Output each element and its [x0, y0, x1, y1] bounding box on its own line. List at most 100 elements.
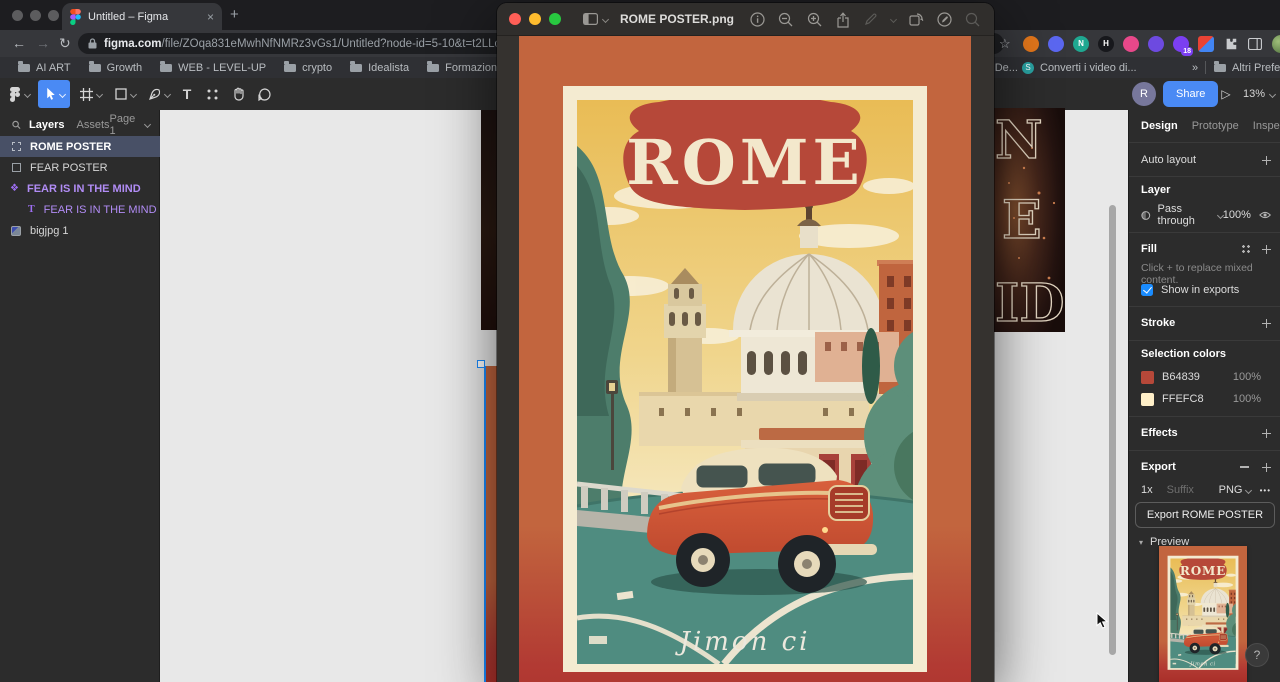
add-stroke-icon[interactable] [1262, 319, 1271, 328]
layer-opacity-value[interactable]: 100% [1223, 209, 1251, 221]
styles-icon[interactable] [1242, 245, 1250, 253]
extension-icon-2[interactable] [1048, 36, 1064, 52]
browser-tab[interactable]: Untitled – Figma × [62, 3, 222, 30]
shape-tool[interactable] [110, 78, 140, 110]
layer-row-rome-poster[interactable]: ROME POSTER [0, 136, 160, 157]
metamask-extension-icon[interactable] [1023, 36, 1039, 52]
profile-avatar[interactable] [1272, 35, 1280, 53]
add-auto-layout-icon[interactable] [1262, 156, 1271, 165]
show-in-exports-checkbox[interactable] [1141, 284, 1153, 296]
bookmark-web-level-up[interactable]: WEB - LEVEL-UP [160, 62, 266, 74]
tab-prototype[interactable]: Prototype [1192, 120, 1239, 132]
window-controls[interactable] [12, 10, 66, 24]
color-swatch-red[interactable] [1141, 371, 1154, 384]
move-tool[interactable] [38, 80, 70, 108]
fear-poster-partial[interactable]: N E ID [994, 108, 1065, 332]
blend-mode-icon[interactable] [1141, 210, 1151, 221]
extensions-puzzle-icon[interactable] [1224, 37, 1238, 51]
window-minimize-icon[interactable] [30, 10, 41, 21]
tab-design[interactable]: Design [1141, 120, 1178, 132]
minimize-traffic-light[interactable] [529, 13, 541, 25]
zoom-out-icon[interactable] [778, 12, 794, 27]
bookmark-ai-art[interactable]: AI ART [18, 62, 71, 74]
main-menu-button[interactable] [6, 78, 34, 110]
hand-tool[interactable] [226, 78, 250, 110]
bookmark-idealista[interactable]: Idealista [350, 62, 409, 74]
bookmarks-overflow-icon[interactable]: » [1192, 62, 1198, 74]
bookmark-formazione[interactable]: Formazione [427, 62, 503, 74]
color-swatch-cream[interactable] [1141, 393, 1154, 406]
selection-color-row-1[interactable]: B64839 100% [1141, 368, 1261, 386]
comment-tool[interactable] [252, 78, 276, 110]
add-export-icon[interactable] [1262, 463, 1271, 472]
add-fill-icon[interactable] [1262, 245, 1271, 254]
selection-color-row-2[interactable]: FFEFC8 100% [1141, 390, 1261, 408]
zoom-traffic-light[interactable] [549, 13, 561, 25]
frame-tool[interactable] [76, 78, 106, 110]
frame-icon [80, 88, 93, 101]
tab-assets[interactable]: Assets [77, 119, 110, 131]
zoom-in-icon[interactable] [807, 12, 823, 27]
sidebar-toggle-icon[interactable] [583, 13, 598, 25]
folder-icon [427, 64, 439, 72]
share-icon[interactable] [836, 12, 850, 28]
export-options-icon[interactable]: ••• [1260, 486, 1271, 495]
bookmark-converti[interactable]: SConverti i video di... [1022, 62, 1137, 74]
bookmark-star-icon[interactable]: ☆ [999, 36, 1011, 52]
current-user-avatar[interactable]: R [1130, 78, 1158, 110]
bookmark-growth[interactable]: Growth [89, 62, 142, 74]
rotate-icon[interactable] [909, 12, 924, 27]
preview-window-titlebar[interactable]: ROME POSTER.png [497, 3, 994, 36]
page-selector[interactable]: Page 1 [110, 113, 150, 137]
window-zoom-icon[interactable] [48, 10, 59, 21]
tab-layers[interactable]: Layers [29, 119, 64, 131]
show-in-exports-row[interactable]: Show in exports [1141, 280, 1239, 300]
export-suffix-input[interactable] [1167, 484, 1219, 496]
layer-row-fear-text[interactable]: T FEAR IS IN THE MIND [0, 199, 160, 220]
add-effect-icon[interactable] [1262, 429, 1271, 438]
rome-poster-image[interactable] [519, 36, 971, 682]
reload-button[interactable]: ↻ [59, 30, 71, 57]
bookmark-altri-preferiti[interactable]: Altri Preferiti [1214, 62, 1280, 74]
extension-icon-8[interactable] [1198, 36, 1214, 52]
tab-close-icon[interactable]: × [207, 10, 214, 24]
text-tool[interactable]: T [176, 78, 198, 110]
layer-row-bigjpg[interactable]: bigjpg 1 [0, 220, 160, 241]
rome-poster-canvas-sliver[interactable] [484, 366, 497, 682]
visibility-eye-icon[interactable] [1259, 210, 1271, 220]
export-rome-poster-button[interactable]: Export ROME POSTER [1135, 502, 1275, 528]
extension-icon-7[interactable]: 18 [1173, 36, 1189, 52]
resources-tool[interactable] [200, 78, 224, 110]
extension-icon-4[interactable]: H [1098, 36, 1114, 52]
disclosure-triangle-icon[interactable]: ▾ [1139, 538, 1143, 547]
markup-circle-icon[interactable] [937, 12, 952, 27]
zoom-menu[interactable]: 13% [1240, 78, 1278, 110]
window-close-icon[interactable] [12, 10, 23, 21]
remove-export-icon[interactable] [1240, 466, 1249, 467]
new-tab-button[interactable]: + [230, 6, 239, 23]
preview-window[interactable]: ROME POSTER.png [497, 3, 994, 682]
present-button[interactable]: ▷ [1216, 78, 1236, 110]
side-panel-icon[interactable] [1248, 38, 1262, 50]
help-button[interactable]: ? [1245, 643, 1269, 667]
forward-button[interactable]: → [36, 30, 50, 57]
search-icon[interactable] [12, 120, 21, 130]
export-format-select[interactable]: PNG [1219, 484, 1243, 496]
extension-icon-6[interactable] [1148, 36, 1164, 52]
pen-tool[interactable] [144, 78, 174, 110]
bookmark-crypto[interactable]: crypto [284, 62, 332, 74]
export-scale[interactable]: 1x [1141, 484, 1153, 496]
back-button[interactable]: ← [12, 30, 26, 57]
extension-icon-3[interactable]: N [1073, 36, 1089, 52]
canvas-scrollbar[interactable] [1109, 205, 1116, 655]
layer-row-fear-poster[interactable]: FEAR POSTER [0, 157, 160, 178]
blend-mode-select[interactable]: Pass through [1158, 203, 1214, 227]
cursor-arrow-icon [44, 87, 57, 101]
fear-poster-left-sliver[interactable] [481, 110, 497, 330]
tab-inspect[interactable]: Inspect [1253, 120, 1280, 132]
share-button[interactable]: Share [1163, 81, 1218, 107]
extension-icon-5[interactable] [1123, 36, 1139, 52]
info-icon[interactable] [750, 12, 765, 27]
layer-row-fear-component[interactable]: ❖ FEAR IS IN THE MIND [0, 178, 160, 199]
close-traffic-light[interactable] [509, 13, 521, 25]
